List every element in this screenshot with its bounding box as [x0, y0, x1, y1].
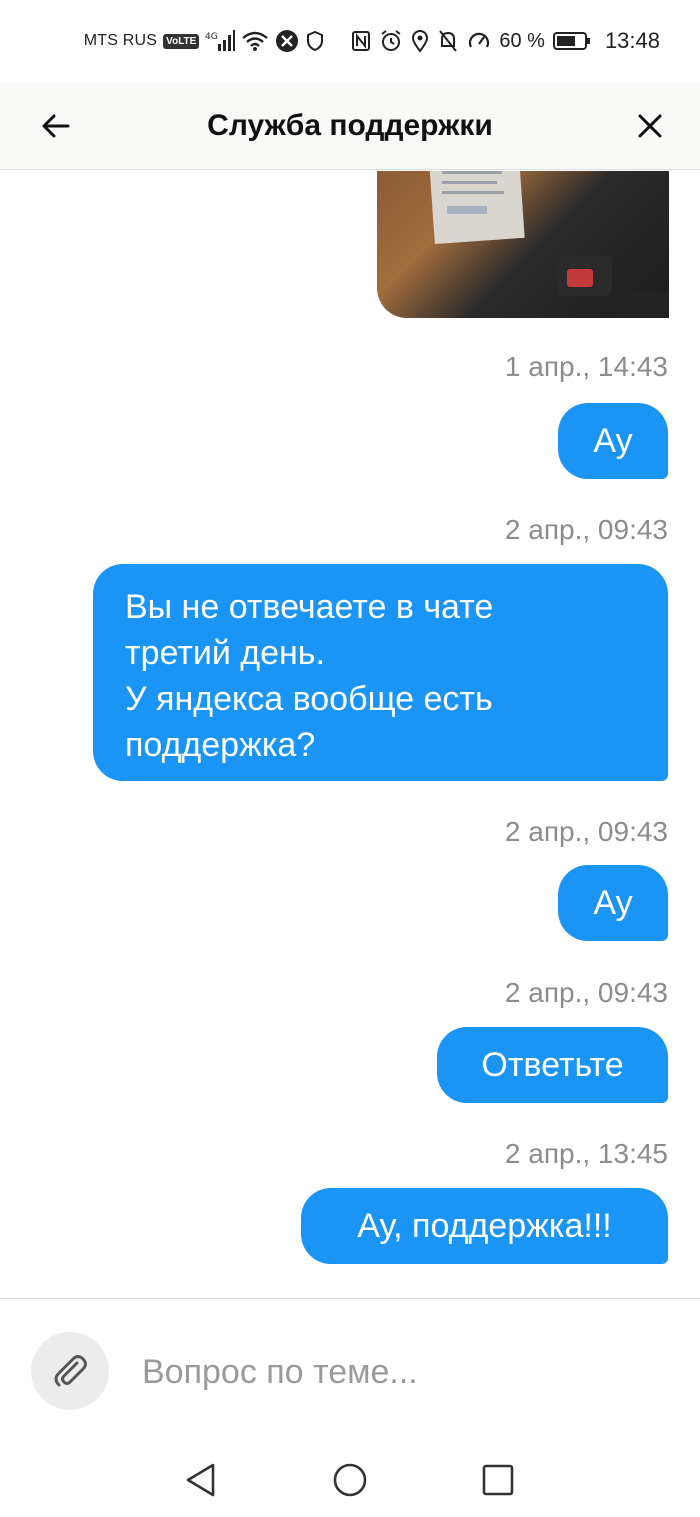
network-type-label: 4G	[205, 32, 218, 42]
nav-recents-button[interactable]	[476, 1458, 520, 1502]
shield-icon	[305, 30, 325, 52]
page-title: Служба поддержки	[207, 109, 493, 142]
message-bubble[interactable]: Ау	[558, 403, 668, 479]
photo-attachment[interactable]	[377, 171, 669, 318]
message-list[interactable]: 1 апр., 14:43 Ау 2 апр., 09:43 Вы не отв…	[0, 171, 700, 1298]
clock: 13:48	[604, 28, 660, 53]
triangle-back-icon	[186, 1463, 215, 1497]
chat-header: Служба поддержки	[0, 82, 700, 170]
message-bubble[interactable]: Вы не отвечаете в чате третий день. У ян…	[93, 564, 668, 781]
back-button[interactable]	[36, 106, 76, 146]
close-button[interactable]	[630, 106, 670, 146]
nfc-icon	[351, 30, 371, 52]
wifi-icon	[241, 30, 269, 52]
message-timestamp: 2 апр., 09:43	[504, 977, 668, 1008]
signal-icon: 4G	[205, 30, 236, 52]
system-navigation-bar	[0, 1442, 700, 1517]
circle-home-icon	[333, 1463, 367, 1497]
message-bubble[interactable]: Ау, поддержка!!!	[301, 1188, 668, 1264]
message-timestamp: 1 апр., 14:43	[504, 351, 668, 382]
data-saver-icon	[467, 29, 491, 53]
volte-badge: VoLTE	[163, 33, 200, 49]
message-input[interactable]	[140, 1339, 664, 1405]
carrier-name: MTS RUS	[83, 32, 158, 49]
status-bar-left: MTS RUS VoLTE 4G	[84, 29, 326, 53]
location-icon	[411, 29, 429, 53]
message-bubble[interactable]: Ответьте	[437, 1027, 668, 1103]
message-bubble[interactable]: Ау	[558, 865, 668, 941]
close-icon	[638, 114, 662, 138]
alarm-icon	[379, 29, 403, 53]
arrow-left-icon	[42, 114, 70, 138]
mute-bell-icon	[437, 29, 459, 53]
message-timestamp: 2 апр., 09:43	[504, 514, 668, 545]
battery-icon	[552, 31, 591, 51]
battery-percent: 60 %	[499, 29, 545, 52]
nav-back-button[interactable]	[178, 1458, 222, 1502]
attach-button[interactable]	[31, 1332, 109, 1410]
status-bar-right: 60 % 13:48	[351, 28, 660, 54]
nav-home-button[interactable]	[328, 1458, 372, 1502]
message-timestamp: 2 апр., 09:43	[504, 816, 668, 847]
square-recents-icon	[482, 1464, 514, 1496]
status-bar: MTS RUS VoLTE 4G 60 % 13:48	[0, 0, 700, 82]
composer	[0, 1298, 700, 1442]
app-notification-icon	[275, 29, 299, 53]
paperclip-icon	[54, 1355, 87, 1387]
message-timestamp: 2 апр., 13:45	[504, 1138, 668, 1169]
